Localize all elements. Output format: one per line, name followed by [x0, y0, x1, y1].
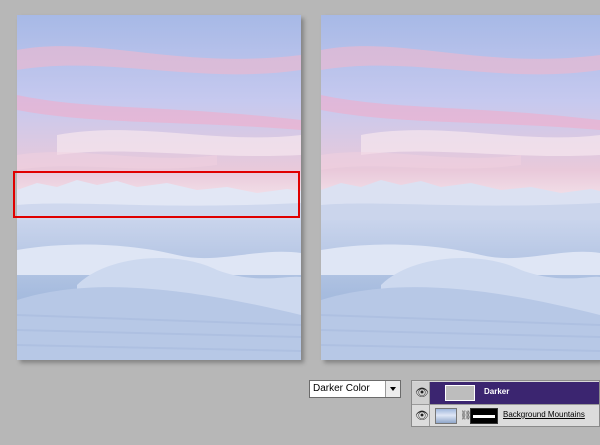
layer-thumbnail — [445, 385, 475, 401]
layer-visibility-toggle[interactable]: 👁 — [412, 405, 430, 426]
layer-row-darker[interactable]: 👁 Darker — [412, 382, 599, 404]
layers-panel: 👁 Darker 👁 ⛓ Background Mountains — [411, 380, 600, 427]
canvas-after — [321, 15, 600, 360]
eye-icon: 👁 — [415, 387, 429, 399]
blend-mode-dropdown[interactable]: Darker Color — [309, 380, 401, 398]
layer-name: Darker — [484, 387, 510, 396]
eye-icon: 👁 — [415, 410, 429, 422]
layer-thumbnail — [435, 408, 457, 424]
layer-visibility-toggle[interactable]: 👁 — [412, 382, 430, 404]
mountains-highlight-box — [13, 171, 300, 218]
layer-name: Background Mountains — [503, 410, 585, 419]
layer-row-background-mountains[interactable]: 👁 ⛓ Background Mountains — [412, 404, 599, 426]
landscape-image-after — [321, 15, 600, 360]
layer-mask-thumbnail[interactable] — [470, 408, 498, 424]
blend-mode-value: Darker Color — [313, 383, 370, 394]
dropdown-arrow-icon[interactable] — [385, 381, 400, 397]
